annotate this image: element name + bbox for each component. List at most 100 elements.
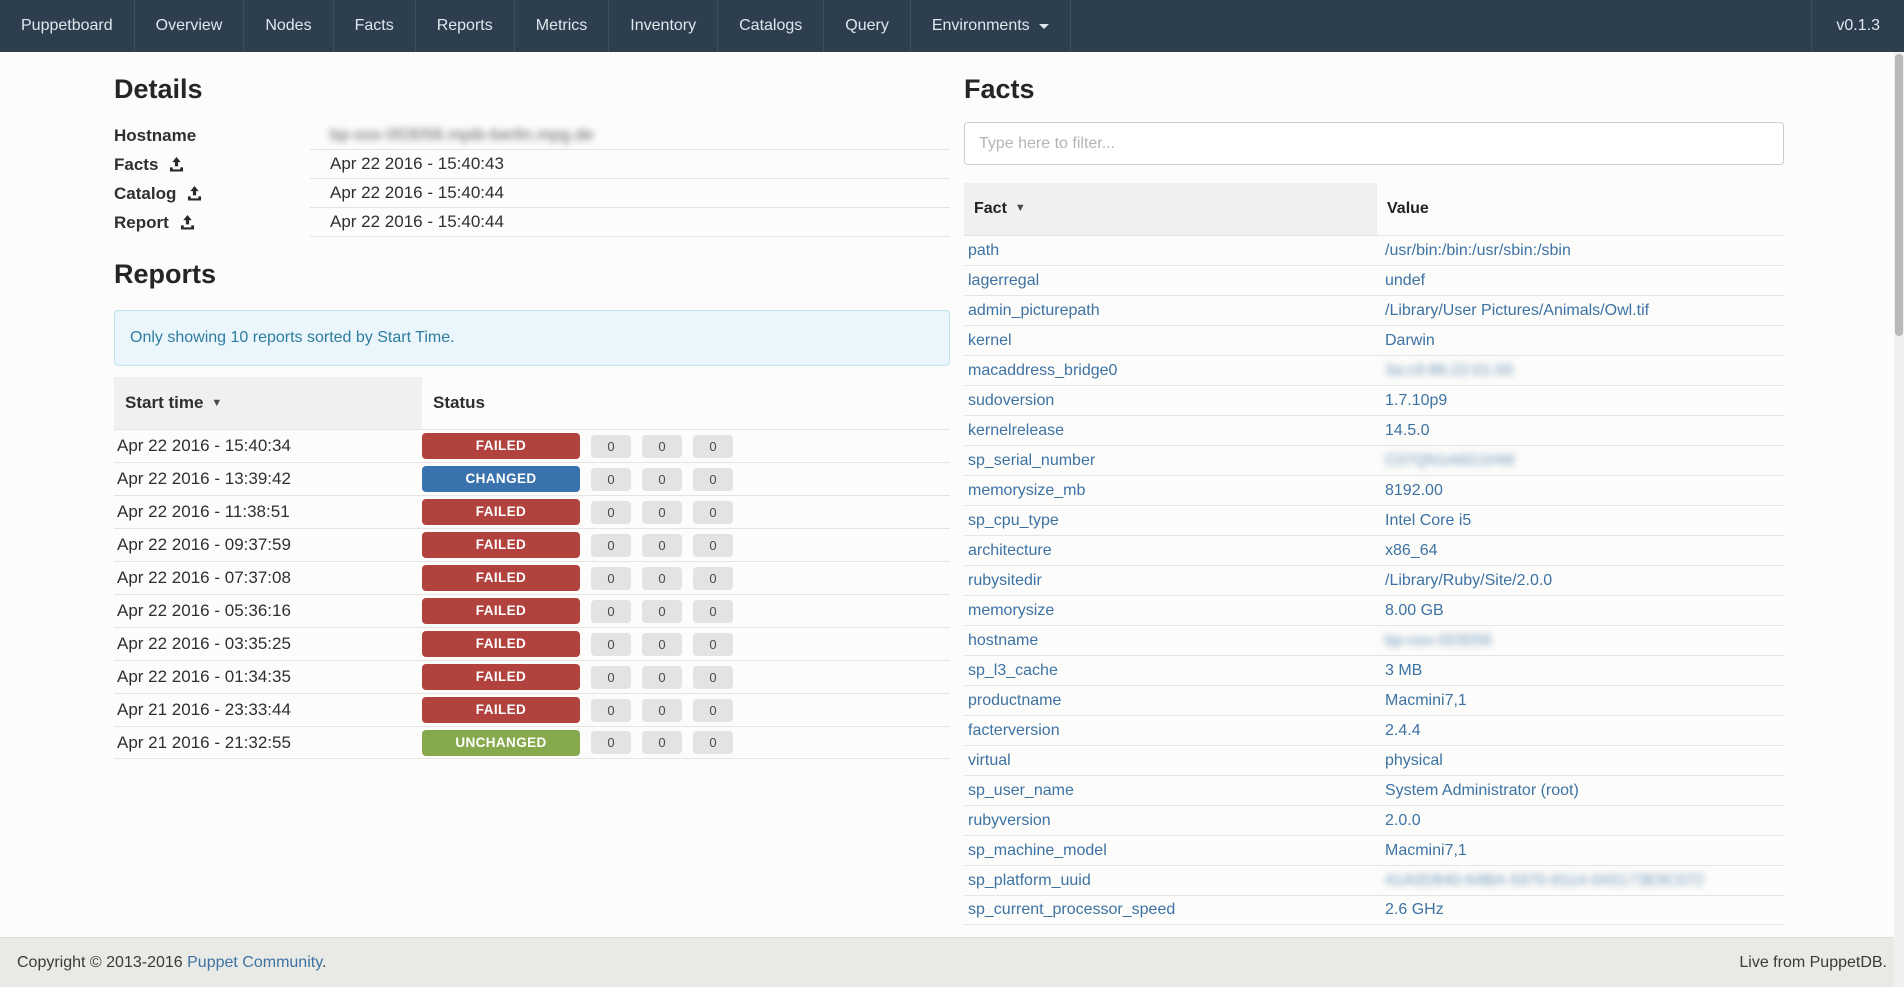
fact-value-link[interactable]: 8.00 GB [1385,602,1444,619]
fact-name-cell: rubysitedir [964,572,1377,590]
fact-value-link[interactable]: physical [1385,752,1443,769]
fact-value-link[interactable]: bp-osx-003056 [1385,632,1492,649]
detail-value-text: Apr 22 2016 - 15:40:44 [330,183,504,203]
fact-name-link[interactable]: hostname [968,632,1038,649]
fact-name-link[interactable]: lagerregal [968,272,1039,289]
metric-count-badge: 0 [693,534,733,557]
detail-value-text: Apr 22 2016 - 15:40:43 [330,154,504,174]
detail-label-text: Report [114,213,169,233]
fact-name-link[interactable]: architecture [968,542,1052,559]
fact-name-link[interactable]: productname [968,692,1061,709]
metric-count-badge: 0 [591,435,631,458]
fact-value-cell: Macmini7,1 [1377,842,1784,860]
metric-count-badge: 0 [642,501,682,524]
nav-item-facts[interactable]: Facts [333,0,415,52]
metric-count-badge: 0 [642,666,682,689]
fact-value-link[interactable]: 2.0.0 [1385,812,1421,829]
fact-name-link[interactable]: virtual [968,752,1011,769]
column-header-value[interactable]: Value [1377,183,1784,235]
fact-name-cell: sp_platform_uuid [964,872,1377,890]
fact-row: sp_user_name System Administrator (root) [964,775,1784,805]
fact-name-link[interactable]: facterversion [968,722,1060,739]
navbar: Puppetboard OverviewNodesFactsReportsMet… [0,0,1904,52]
fact-name-link[interactable]: macaddress_bridge0 [968,362,1117,379]
nav-brand[interactable]: Puppetboard [0,0,134,52]
nav-item-metrics[interactable]: Metrics [514,0,609,52]
fact-value-link[interactable]: /usr/bin:/bin:/usr/sbin:/sbin [1385,242,1571,259]
fact-value-link[interactable]: 2.4.4 [1385,722,1421,739]
fact-name-cell: sp_serial_number [964,452,1377,470]
metric-count-badge: 0 [642,731,682,754]
fact-name-link[interactable]: kernel [968,332,1012,349]
scrollbar-thumb[interactable] [1895,54,1903,336]
fact-value-link[interactable]: 8192.00 [1385,482,1443,499]
fact-value-link[interactable]: 2.6 GHz [1385,901,1444,918]
metric-count-badge: 0 [693,731,733,754]
upload-icon[interactable] [187,186,202,201]
upload-icon[interactable] [180,215,195,230]
fact-value-link[interactable]: 1.7.10p9 [1385,392,1447,409]
fact-name-link[interactable]: rubysitedir [968,572,1042,589]
fact-name-link[interactable]: sp_serial_number [968,452,1095,469]
fact-value-cell: Intel Core i5 [1377,512,1784,530]
report-status-cell: FAILED000 [422,697,950,723]
fact-value-link[interactable]: Macmini7,1 [1385,842,1467,859]
report-row: Apr 22 2016 - 13:39:42CHANGED000 [114,462,950,495]
fact-value-link[interactable]: 41A0D840-64BA-5970-8114-0A5173E9C072 [1385,872,1704,889]
fact-value-link[interactable]: C07QN1A6G1HW [1385,452,1515,469]
fact-value-link[interactable]: Darwin [1385,332,1435,349]
nav-item-catalogs[interactable]: Catalogs [717,0,823,52]
fact-name-link[interactable]: admin_picturepath [968,302,1100,319]
fact-value-cell: 41A0D840-64BA-5970-8114-0A5173E9C072 [1377,872,1784,890]
fact-name-cell: sp_user_name [964,782,1377,800]
fact-name-link[interactable]: memorysize [968,602,1054,619]
column-header-fact[interactable]: Fact▼ [964,183,1377,235]
fact-value-link[interactable]: Intel Core i5 [1385,512,1471,529]
fact-name-link[interactable]: kernelrelease [968,422,1064,439]
fact-value-link[interactable]: Macmini7,1 [1385,692,1467,709]
sort-desc-icon: ▼ [211,397,222,409]
fact-value-link[interactable]: 3a:c9:86:22:01:00 [1385,362,1513,379]
nav-item-inventory[interactable]: Inventory [608,0,717,52]
fact-name-link[interactable]: memorysize_mb [968,482,1085,499]
fact-value-cell: 3a:c9:86:22:01:00 [1377,362,1784,380]
fact-name-link[interactable]: sp_l3_cache [968,662,1058,679]
fact-row: kernelrelease 14.5.0 [964,415,1784,445]
nav-item-nodes[interactable]: Nodes [243,0,332,52]
fact-value-cell: bp-osx-003056 [1377,632,1784,650]
fact-value-link[interactable]: /Library/Ruby/Site/2.0.0 [1385,572,1552,589]
fact-name-link[interactable]: sudoversion [968,392,1054,409]
puppet-community-link[interactable]: Puppet Community [187,954,322,971]
nav-item-environments[interactable]: Environments [910,0,1071,52]
fact-name-link[interactable]: sp_current_processor_speed [968,901,1175,918]
fact-name-link[interactable]: sp_platform_uuid [968,872,1091,889]
fact-value-link[interactable]: 3 MB [1385,662,1422,679]
footer: Copyright © 2013-2016 Puppet Community. … [0,937,1904,987]
nav-item-overview[interactable]: Overview [134,0,244,52]
fact-name-link[interactable]: rubyversion [968,812,1051,829]
column-header-status[interactable]: Status [422,377,950,429]
metric-count-badge: 0 [642,468,682,491]
fact-name-link[interactable]: path [968,242,999,259]
fact-value-link[interactable]: /Library/User Pictures/Animals/Owl.tif [1385,302,1649,319]
column-header-start-time[interactable]: Start time▼ [114,377,422,429]
nav-item-reports[interactable]: Reports [415,0,514,52]
facts-filter-input[interactable] [964,122,1784,165]
metric-count-badge: 0 [693,435,733,458]
fact-name-link[interactable]: sp_cpu_type [968,512,1059,529]
scrollbar-track [1894,52,1904,987]
fact-name-link[interactable]: sp_user_name [968,782,1074,799]
fact-value-link[interactable]: 14.5.0 [1385,422,1429,439]
fact-value-link[interactable]: x86_64 [1385,542,1438,559]
fact-row: virtual physical [964,745,1784,775]
fact-name-cell: architecture [964,542,1377,560]
fact-name-link[interactable]: sp_machine_model [968,842,1107,859]
upload-icon[interactable] [169,157,184,172]
status-badge: UNCHANGED [422,730,580,756]
fact-value-link[interactable]: System Administrator (root) [1385,782,1579,799]
metric-count-badge: 0 [693,501,733,524]
fact-row: rubysitedir/Library/Ruby/Site/2.0.0 [964,565,1784,595]
fact-value-cell: x86_64 [1377,542,1784,560]
fact-value-link[interactable]: undef [1385,272,1425,289]
nav-item-query[interactable]: Query [823,0,910,52]
